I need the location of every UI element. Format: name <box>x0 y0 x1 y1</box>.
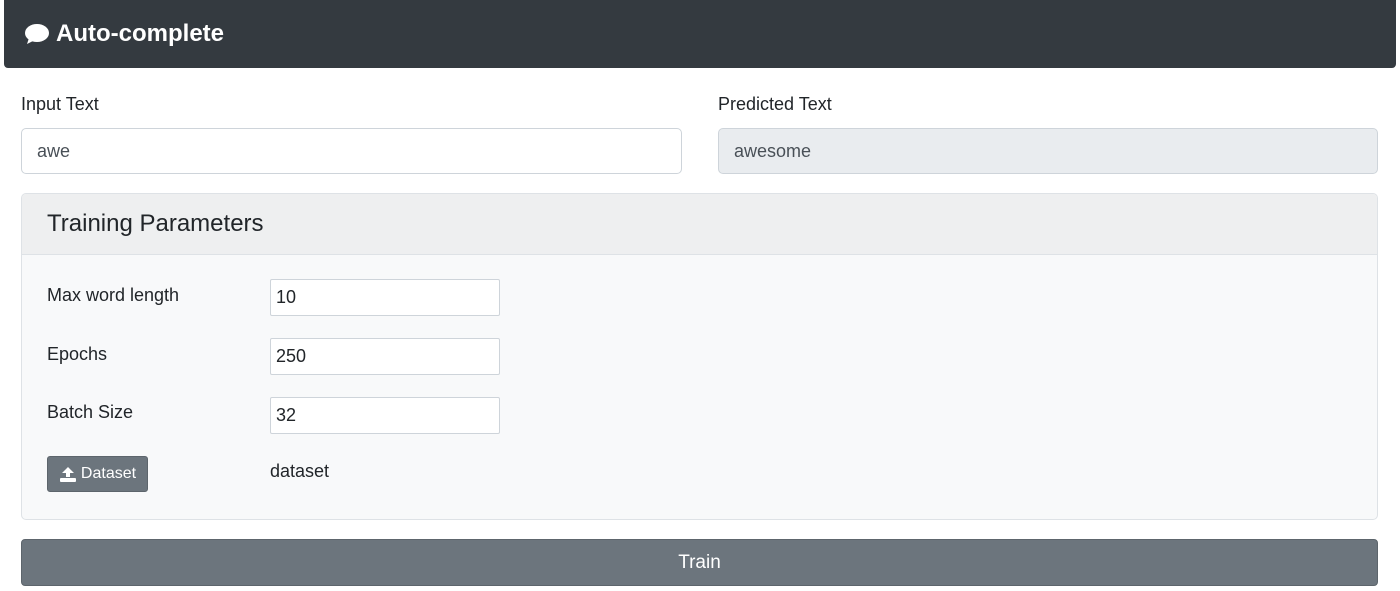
card-header: Training Parameters <box>22 194 1377 255</box>
max-word-length-label: Max word length <box>47 285 180 305</box>
dataset-name: dataset <box>270 461 330 481</box>
app-title: Auto-complete <box>56 20 224 47</box>
batch-size-input[interactable]: 32 <box>270 397 500 434</box>
dataset-upload-button[interactable]: Dataset <box>47 456 148 492</box>
card-title: Training Parameters <box>47 210 264 237</box>
input-text-field[interactable]: awe <box>21 128 682 174</box>
max-word-length-input[interactable]: 10 <box>270 279 500 316</box>
epochs-label: Epochs <box>47 344 108 364</box>
dataset-button-label: Dataset <box>80 465 137 482</box>
app-brand[interactable]: Auto-complete <box>24 20 224 48</box>
training-parameters-card: Training Parameters Max word length 10 E… <box>21 193 1378 520</box>
input-text-label: Input Text <box>21 94 99 114</box>
train-button[interactable]: Train <box>21 539 1378 586</box>
train-button-label: Train <box>678 551 721 573</box>
predicted-text-label: Predicted Text <box>718 94 832 114</box>
navbar: Auto-complete <box>4 0 1396 68</box>
predicted-text-field: awesome <box>718 128 1378 174</box>
epochs-input[interactable]: 250 <box>270 338 500 375</box>
comment-icon <box>25 24 49 44</box>
upload-icon <box>59 466 76 482</box>
batch-size-label: Batch Size <box>47 402 134 422</box>
